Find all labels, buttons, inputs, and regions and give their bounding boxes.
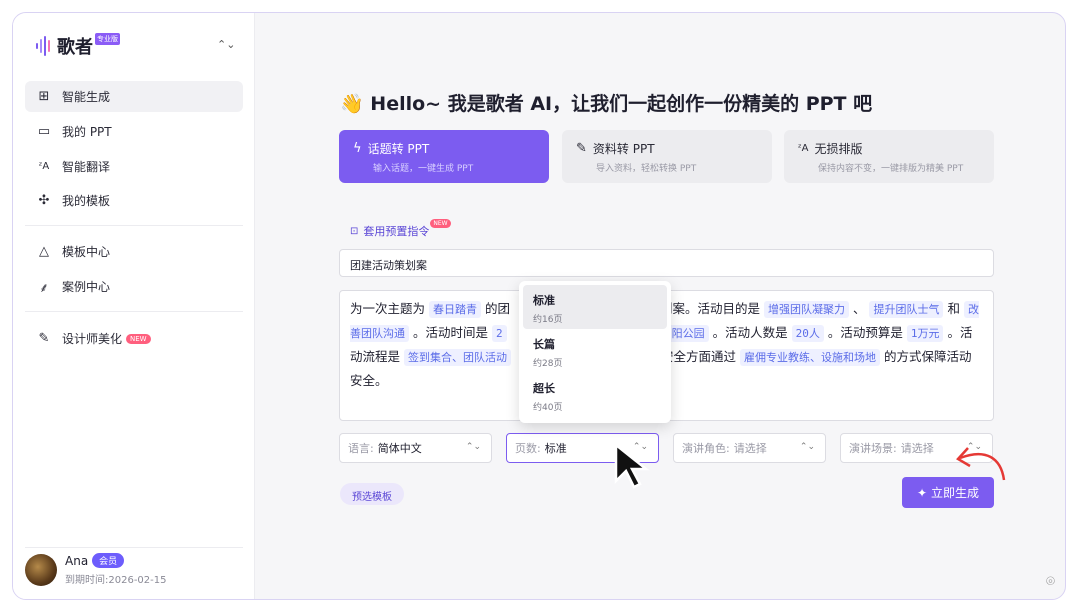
sidebar-divider [25,225,243,226]
speaker-role-select[interactable]: 演讲角色: 请选择 ⌃⌄ [673,433,826,463]
page-option-extra-long[interactable]: 超长 约40页 [523,373,667,417]
sidebar-item-label: 模板中心 [62,245,111,259]
translate-icon: ᶻA [38,161,50,172]
sidebar-item-label: 我的模板 [62,194,111,208]
new-badge: NEW [430,218,451,228]
translate-icon: ᶻA [798,143,809,154]
sidebar-item-my-templates[interactable]: ✣ 我的模板 [25,185,243,216]
sidebar-item-my-ppt[interactable]: ▭ 我的 PPT [25,116,243,147]
sidebar-divider [25,311,243,312]
preset-prompt-link[interactable]: ⊡ 套用预置指令 NEW [350,218,451,239]
mode-topic-to-ppt[interactable]: ϟ 话题转 PPT 输入话题，一键生成 PPT [339,130,549,183]
monitor-icon: ▭ [37,124,51,139]
mode-lossless-layout[interactable]: ᶻA 无损排版 保持内容不变，一键排版为精美 PPT [784,130,994,183]
avatar [25,553,57,586]
prompt-tag[interactable]: 提升团队士气 [869,301,944,318]
sidebar-item-case-center[interactable]: ⸙ 案例中心 [25,271,243,302]
prompt-tag[interactable]: 增强团队凝聚力 [764,301,849,318]
prompt-tag[interactable]: 20人 [791,325,824,342]
pro-badge: 专业版 [95,33,120,45]
main-panel: 👋 Hello~ 我是歌者 AI，让我们一起创作一份精美的 PPT 吧 ϟ 话题转… [256,13,1065,599]
member-badge: 会员 [92,553,125,568]
preset-template-button[interactable]: 预选模板 [340,483,404,505]
mouse-cursor-icon [614,442,650,489]
sidebar-item-label: 案例中心 [62,280,111,294]
page-title: 👋 Hello~ 我是歌者 AI，让我们一起创作一份精美的 PPT 吧 [340,93,873,115]
fingerprint-icon: ⌾ [1046,572,1056,590]
workspace-switch-icon[interactable]: ⌃⌄ [217,38,235,51]
brand-logo[interactable]: 歌者 专业版 [35,33,120,59]
sparkle-icon: ✦ [916,485,928,500]
prompt-tag[interactable]: 1万元 [906,325,944,342]
user-name: Ana [65,553,89,568]
prompt-tag[interactable]: 春日踏青 [429,301,481,318]
new-badge: NEW [126,333,151,344]
sidebar: 歌者 专业版 ⌃⌄ ⊞ 智能生成 ▭ 我的 PPT ᶻA 智能翻译 ✣ 我的模板… [13,13,255,599]
bolt-icon: ϟ [353,141,362,156]
sparkle-brush-icon: ⸙ [39,280,49,296]
brush-icon: ✎ [38,331,50,346]
user-profile[interactable]: Ana 会员 到期时间:2026-02-15 [25,553,166,586]
prompt-tag[interactable]: 2 [491,325,507,342]
chevron-updown-icon: ⌃⌄ [465,442,481,452]
puzzle-icon: ✣ [38,193,50,208]
terminal-icon: ⊡ [350,225,359,237]
sidebar-item-label: 智能生成 [62,90,111,104]
wave-icon: 👋 [340,93,364,115]
sidebar-divider [25,547,243,548]
red-arrow-annotation-icon [956,447,1006,481]
sidebar-item-smart-translate[interactable]: ᶻA 智能翻译 [25,151,243,182]
expire-date: 到期时间:2026-02-15 [65,575,167,586]
grid-icon: ⊞ [38,89,50,104]
topic-input[interactable]: 团建活动策划案 [339,249,994,277]
page-option-standard[interactable]: 标准 约16页 [523,285,667,329]
sidebar-item-label: 设计师美化 [62,332,123,346]
app-window: 歌者 专业版 ⌃⌄ ⊞ 智能生成 ▭ 我的 PPT ᶻA 智能翻译 ✣ 我的模板… [12,12,1066,600]
singer-logo-icon [36,36,50,56]
sidebar-item-designer[interactable]: ✎ 设计师美化 NEW [25,323,243,354]
page-option-long[interactable]: 长篇 约28页 [523,329,667,373]
sidebar-item-template-center[interactable]: △ 模板中心 [25,236,243,267]
prompt-tag[interactable]: 雇佣专业教练、设施和场地 [740,349,880,366]
sidebar-item-label: 我的 PPT [62,125,112,139]
sidebar-item-label: 智能翻译 [62,160,111,174]
shapes-icon: △ [39,244,49,259]
pages-dropdown: 标准 约16页 长篇 约28页 超长 约40页 [519,281,671,423]
language-select[interactable]: 语言: 简体中文 ⌃⌄ [339,433,492,463]
sidebar-item-smart-generate[interactable]: ⊞ 智能生成 [25,81,243,112]
mode-material-to-ppt[interactable]: ✎ 资料转 PPT 导入资料，轻松转换 PPT [562,130,772,183]
file-edit-icon: ✎ [576,141,587,156]
brand-name: 歌者 [57,37,93,58]
prompt-tag[interactable]: 签到集合、团队活动 [404,349,511,366]
chevron-updown-icon: ⌃⌄ [799,442,815,452]
